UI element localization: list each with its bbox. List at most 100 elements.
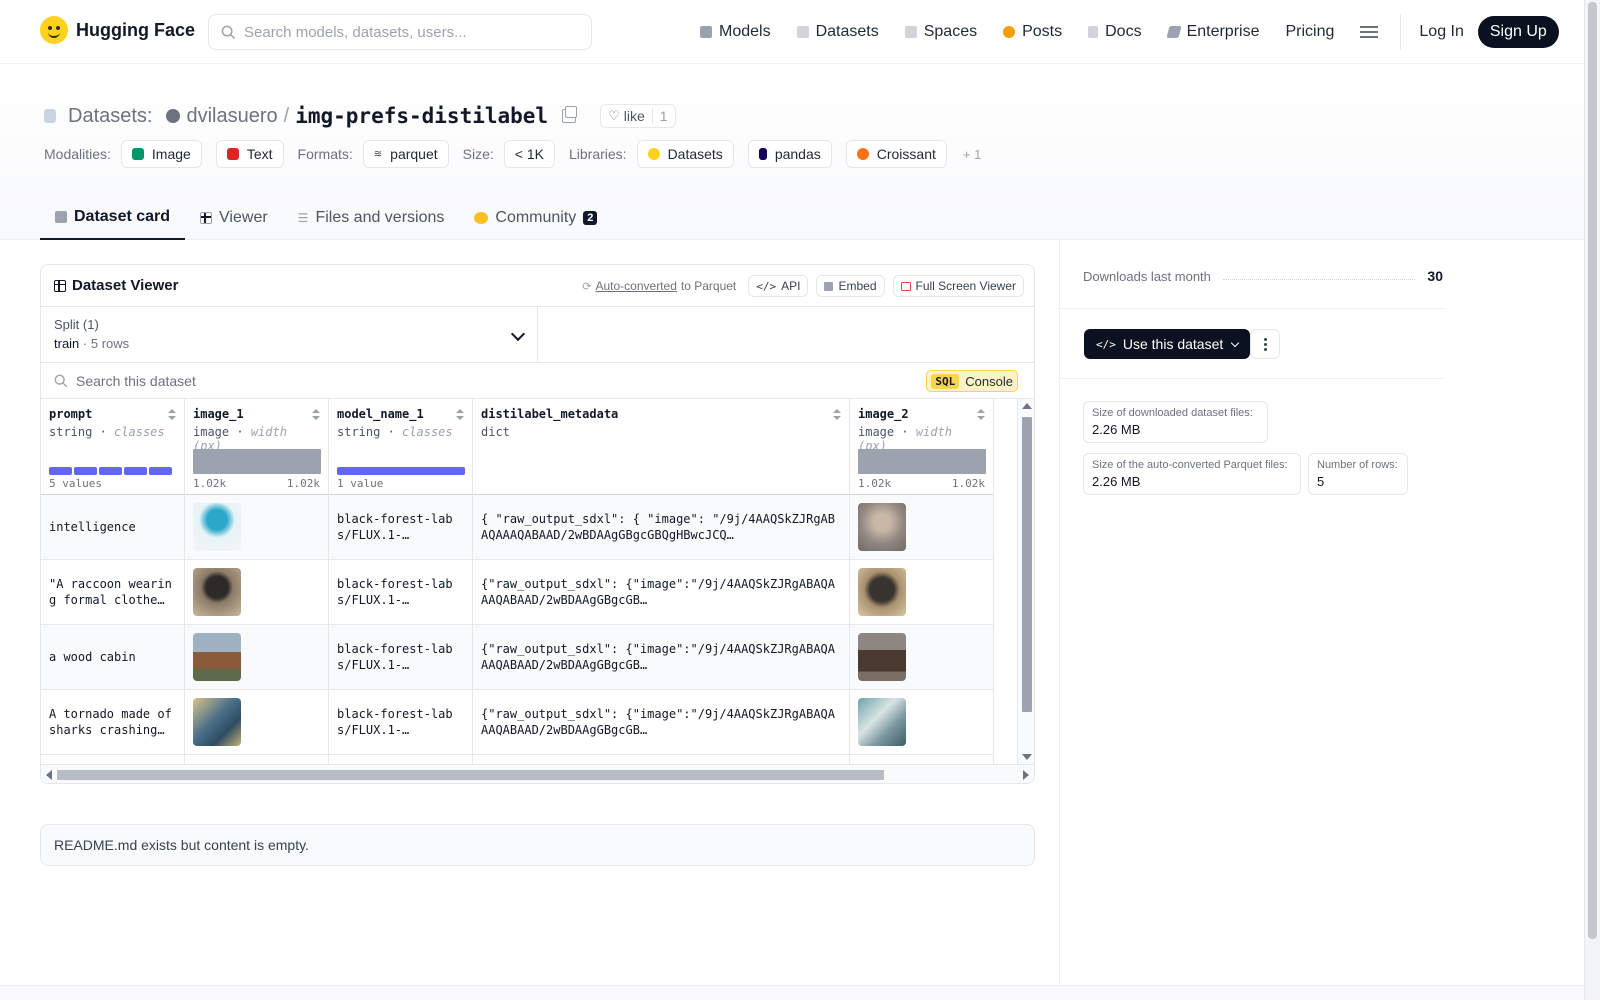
table-cell[interactable] bbox=[185, 625, 328, 690]
nav-models[interactable]: Models bbox=[700, 23, 771, 41]
table-cell[interactable] bbox=[850, 495, 993, 560]
owner-link[interactable]: dvilasuero bbox=[186, 105, 277, 128]
dataset-name[interactable]: img-prefs-distilabel bbox=[295, 104, 548, 128]
table-cell[interactable]: "A raccoon wearing formal clothes,… bbox=[41, 560, 184, 625]
global-search[interactable] bbox=[208, 14, 592, 50]
tab-dataset-card[interactable]: Dataset card bbox=[40, 196, 186, 240]
signup-button[interactable]: Sign Up bbox=[1477, 16, 1559, 48]
like-label: like bbox=[623, 108, 645, 124]
api-button[interactable]: </> API bbox=[748, 275, 809, 297]
embed-button[interactable]: Embed bbox=[816, 275, 885, 297]
nav-spaces[interactable]: Spaces bbox=[904, 23, 977, 41]
width-histogram[interactable] bbox=[858, 449, 986, 474]
auto-converted-note: ⟳ Auto-converted to Parquet bbox=[582, 279, 736, 293]
table-cell[interactable]: { "raw_output_sdxl": { "image": "/9j/4AA… bbox=[473, 495, 849, 560]
owner-avatar[interactable] bbox=[166, 109, 181, 123]
nav-posts[interactable]: Posts bbox=[1003, 23, 1062, 41]
dataset-search-input[interactable] bbox=[76, 372, 776, 389]
column-header-image-1[interactable]: image_1 image · width (px) 1.02k 1.02k bbox=[185, 399, 328, 495]
stat-value: 2.26 MB bbox=[1092, 422, 1141, 437]
sort-icon[interactable] bbox=[456, 409, 464, 421]
table-cell[interactable]: black-forest-labs/FLUX.1-… bbox=[329, 690, 472, 755]
login-link[interactable]: Log In bbox=[1419, 23, 1463, 41]
tag-datasets[interactable]: Datasets bbox=[636, 140, 734, 168]
table-cell[interactable] bbox=[850, 690, 993, 755]
more-menu-icon[interactable] bbox=[1360, 26, 1379, 38]
image-thumbnail[interactable] bbox=[858, 568, 906, 616]
image-thumbnail[interactable] bbox=[193, 698, 241, 746]
downloads-label: Downloads last month bbox=[1083, 268, 1211, 284]
page-bottom-edge bbox=[0, 985, 1584, 1000]
table-cell[interactable]: {"raw_output_sdxl": {"image":"/9j/4AAQSk… bbox=[473, 690, 849, 755]
column-header-model-name-1[interactable]: model_name_1 string · classes 1 value bbox=[329, 399, 472, 495]
use-this-dataset-button[interactable]: </> Use this dataset bbox=[1084, 329, 1251, 359]
tab-viewer[interactable]: Viewer bbox=[185, 196, 283, 240]
table-vertical-scrollbar[interactable] bbox=[1017, 399, 1034, 764]
tab-community[interactable]: Community 2 bbox=[459, 196, 612, 240]
column-header-prompt[interactable]: prompt string · classes 5 values bbox=[41, 399, 184, 495]
table-cell[interactable]: {"raw_output_sdxl": {"image":"/9j/4AAQSk… bbox=[473, 560, 849, 625]
use-this-dataset-label: Use this dataset bbox=[1122, 336, 1224, 352]
image-thumbnail[interactable] bbox=[193, 503, 241, 551]
table-cell[interactable]: black-forest-labs/FLUX.1-… bbox=[329, 560, 472, 625]
cube-icon bbox=[700, 26, 712, 38]
sql-console-button[interactable]: SQL Console bbox=[926, 370, 1018, 392]
tag-pandas[interactable]: pandas bbox=[747, 140, 832, 168]
tag-image[interactable]: Image bbox=[120, 140, 202, 168]
table-cell[interactable]: black-forest-labs/FLUX.1-… bbox=[329, 495, 472, 560]
global-search-input[interactable] bbox=[244, 23, 564, 41]
column-header-image-2[interactable]: image_2 image · width (px) 1.02k 1.02k bbox=[850, 399, 993, 495]
nav-datasets[interactable]: Datasets bbox=[796, 23, 879, 41]
image-thumbnail[interactable] bbox=[193, 568, 241, 616]
full-screen-button[interactable]: Full Screen Viewer bbox=[892, 275, 1024, 297]
like-button[interactable]: ♡ like 1 bbox=[600, 104, 676, 128]
more-options-button[interactable] bbox=[1250, 329, 1280, 359]
table-cell[interactable]: intelligence bbox=[41, 495, 184, 560]
viewer-header: Dataset Viewer ⟳ Auto-converted to Parqu… bbox=[41, 265, 1034, 307]
nav-docs[interactable]: Docs bbox=[1088, 23, 1142, 41]
table-cell[interactable]: black-forest-labs/FLUX.1-… bbox=[329, 625, 472, 690]
formats-label: Formats: bbox=[297, 146, 353, 162]
sort-icon[interactable] bbox=[312, 409, 320, 421]
sort-icon[interactable] bbox=[833, 409, 841, 421]
cell-text: black-forest-labs/FLUX.1-… bbox=[337, 642, 453, 672]
nav-enterprise[interactable]: Enterprise bbox=[1165, 23, 1259, 41]
column-header-distilabel-metadata[interactable]: distilabel_metadata dict bbox=[473, 399, 849, 495]
class-distribution-bars[interactable] bbox=[49, 467, 172, 475]
table-cell[interactable]: A tornado made of sharks crashing… bbox=[41, 690, 184, 755]
tag-size[interactable]: < 1K bbox=[503, 140, 555, 168]
enterprise-icon bbox=[1165, 26, 1182, 38]
table-cell[interactable] bbox=[185, 560, 328, 625]
column-subtype: classes bbox=[114, 425, 165, 439]
section-label[interactable]: Datasets: bbox=[68, 105, 152, 128]
image-thumbnail[interactable] bbox=[858, 633, 906, 681]
table-cell[interactable]: {"raw_output_sdxl": {"image":"/9j/4AAQSk… bbox=[473, 625, 849, 690]
sort-icon[interactable] bbox=[168, 409, 176, 421]
auto-converted-link[interactable]: Auto-converted bbox=[595, 279, 676, 293]
sort-icon[interactable] bbox=[977, 409, 985, 421]
table-cell[interactable]: a wood cabin bbox=[41, 625, 184, 690]
hf-icon bbox=[647, 148, 660, 160]
page-scrollbar[interactable] bbox=[1584, 0, 1600, 1000]
table-icon bbox=[200, 212, 213, 224]
table-cell[interactable] bbox=[850, 625, 993, 690]
nav-pricing[interactable]: Pricing bbox=[1285, 23, 1334, 41]
image-thumbnail[interactable] bbox=[858, 503, 906, 551]
split-selector[interactable]: Split (1) train · 5 rows bbox=[41, 307, 538, 363]
table-cell[interactable] bbox=[185, 690, 328, 755]
width-histogram[interactable] bbox=[193, 449, 321, 474]
more-tags[interactable]: + 1 bbox=[963, 147, 981, 162]
table-horizontal-scrollbar[interactable] bbox=[41, 764, 1034, 783]
full-screen-label: Full Screen Viewer bbox=[915, 279, 1017, 293]
table-cell[interactable] bbox=[850, 560, 993, 625]
tag-croissant[interactable]: Croissant bbox=[845, 140, 947, 168]
tag-parquet[interactable]: ≋ parquet bbox=[362, 140, 449, 168]
copy-icon[interactable] bbox=[562, 106, 578, 123]
tag-text[interactable]: Text bbox=[215, 140, 284, 168]
table-cell[interactable] bbox=[185, 495, 328, 560]
image-thumbnail[interactable] bbox=[858, 698, 906, 746]
class-distribution-bar[interactable] bbox=[337, 467, 465, 475]
image-thumbnail[interactable] bbox=[193, 633, 241, 681]
tab-files[interactable]: ☰ Files and versions bbox=[283, 196, 460, 240]
brand-logo[interactable]: Hugging Face bbox=[40, 16, 195, 44]
